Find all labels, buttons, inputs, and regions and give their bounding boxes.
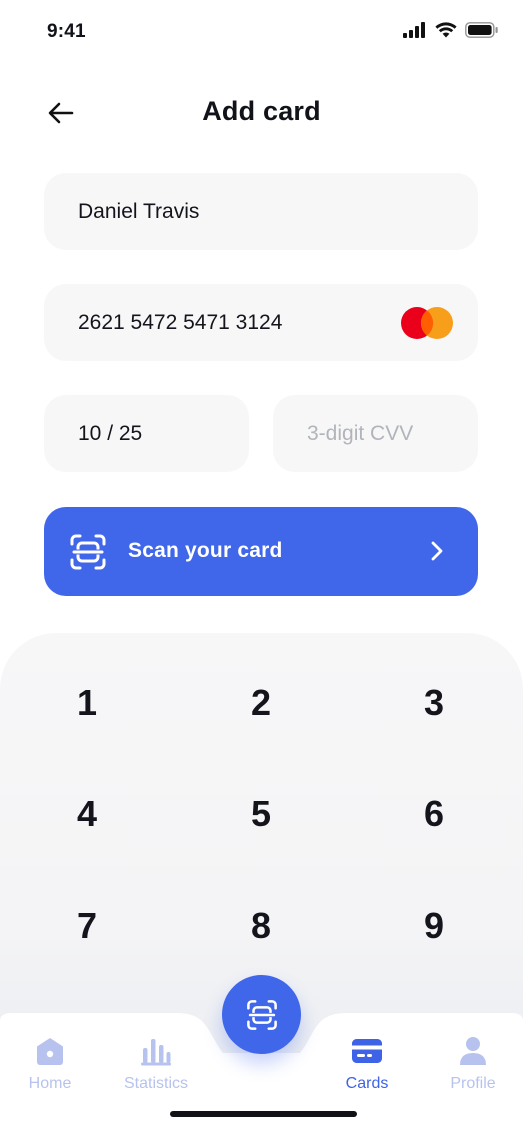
- key-1[interactable]: 1: [27, 663, 147, 743]
- cardholder-name-value: Daniel Travis: [78, 199, 200, 223]
- scan-card-button[interactable]: Scan your card: [44, 507, 478, 596]
- chevron-right-icon: [431, 541, 443, 561]
- cvv-field[interactable]: 3-digit CVV: [273, 395, 478, 472]
- status-icons: [403, 22, 499, 38]
- card-number-field[interactable]: 2621 5472 5471 3124: [44, 284, 478, 361]
- key-3[interactable]: 3: [374, 663, 494, 743]
- key-8[interactable]: 8: [201, 886, 321, 966]
- key-7[interactable]: 7: [27, 886, 147, 966]
- key-2[interactable]: 2: [201, 663, 321, 743]
- status-time: 9:41: [47, 21, 86, 42]
- page-title: Add card: [202, 96, 321, 126]
- card-number-value: 2621 5472 5471 3124: [78, 310, 283, 334]
- tab-home-label: Home: [28, 1075, 72, 1092]
- mastercard-logo-icon: [401, 307, 453, 339]
- cvv-placeholder: 3-digit CVV: [307, 421, 414, 445]
- scan-card-icon: [246, 999, 277, 1030]
- tab-cards[interactable]: Cards: [317, 1035, 417, 1095]
- header: Add card: [0, 78, 523, 148]
- cardholder-name-field[interactable]: Daniel Travis: [44, 173, 478, 250]
- statistics-icon: [140, 1035, 172, 1067]
- tab-statistics[interactable]: Statistics: [106, 1035, 206, 1095]
- expiry-date-value: 10 / 25: [78, 421, 143, 445]
- scan-card-label: Scan your card: [128, 539, 283, 562]
- key-5[interactable]: 5: [201, 774, 321, 854]
- scan-card-icon: [70, 534, 106, 570]
- expiry-date-field[interactable]: 10 / 25: [44, 395, 249, 472]
- key-4[interactable]: 4: [27, 774, 147, 854]
- tab-statistics-label: Statistics: [123, 1075, 188, 1092]
- tab-home[interactable]: Home: [0, 1035, 100, 1095]
- cellular-signal-icon: [403, 22, 425, 38]
- tab-cards-label: Cards: [345, 1075, 389, 1092]
- key-6[interactable]: 6: [374, 774, 494, 854]
- home-indicator: [170, 1111, 357, 1117]
- profile-icon: [457, 1035, 489, 1067]
- tab-profile-label: Profile: [450, 1075, 496, 1092]
- wifi-icon: [435, 22, 457, 38]
- scan-fab-button[interactable]: [222, 975, 301, 1054]
- home-icon: [34, 1035, 66, 1067]
- tab-profile[interactable]: Profile: [423, 1035, 523, 1095]
- card-icon: [351, 1035, 383, 1067]
- battery-icon: [465, 22, 498, 38]
- key-9[interactable]: 9: [374, 886, 494, 966]
- status-bar: 9:41: [0, 0, 523, 66]
